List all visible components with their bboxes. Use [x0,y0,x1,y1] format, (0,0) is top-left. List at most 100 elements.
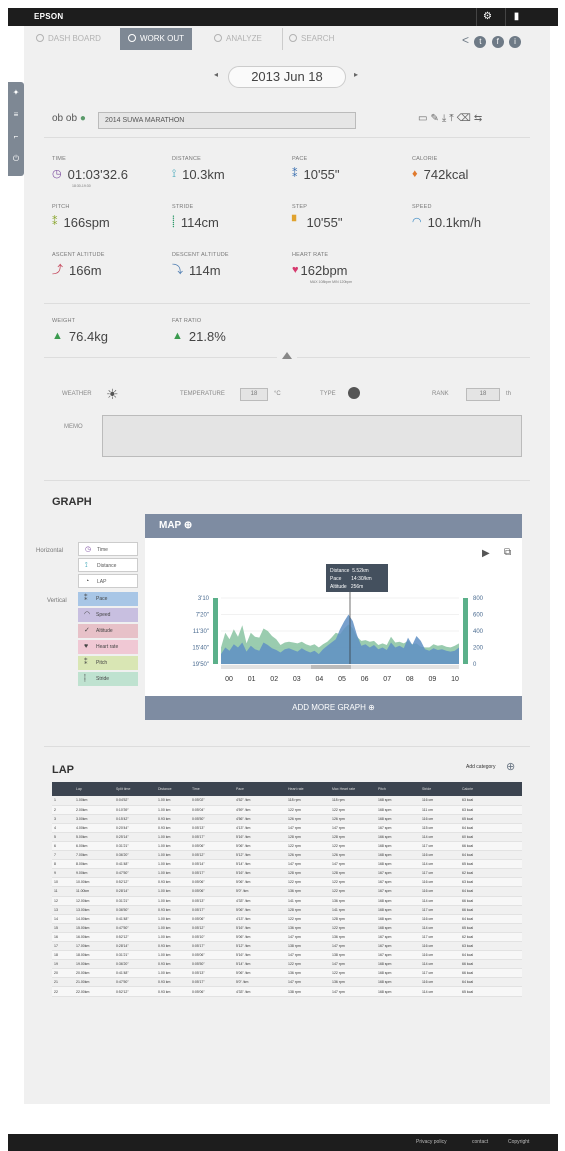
add-more-graph-button[interactable]: ADD MORE GRAPH ⊕ [145,696,522,720]
side-panel-tab[interactable]: ✦ ≡ ⌐ ⏻ [8,82,24,176]
trash-icon[interactable]: ⌫ [457,113,474,124]
table-row[interactable]: 8 8.00km 0:41'48" 1.00 km 0:05'14" 5'14" /km 1… [52,859,522,870]
table-row[interactable]: 15 15.00km 0:47'50" 1.00 km 0:05'12" 5'16" /k… [52,923,522,933]
horizontal-option-lap[interactable]: ◔ LAP [78,574,138,588]
lap-column-header[interactable]: Split time [114,782,156,796]
rank-field[interactable]: 18 [466,388,500,401]
workout-name-field[interactable]: 2014 SUWA MARATHON [98,112,356,129]
swap-icon[interactable]: ⇆ [474,113,485,124]
table-row[interactable]: 6 6.00km 0:31'21" 1.00 km 0:05'06" 5'06" /km 1… [52,841,522,852]
table-cell: 5'16" /km [234,950,286,961]
logout-door-icon[interactable]: ▮ [505,8,527,26]
tab-workout[interactable]: WORK OUT [120,28,192,50]
lap-column-header[interactable]: Time [190,782,234,796]
lap-column-header[interactable]: Stride [420,782,460,796]
date-selector[interactable]: 2013 Jun 18 [228,66,346,88]
lap-column-header[interactable] [52,782,74,796]
shoe-icon[interactable]: ⌐ [8,126,24,148]
prev-date-arrow[interactable]: ◂ [214,70,218,79]
type-icon[interactable] [348,387,360,399]
table-cell: 18.00km [74,950,114,961]
table-row[interactable]: 4 4.00km 0:20'44" 0.93 km 0:05'13" 4'13" /km 1… [52,823,522,833]
copyright-link[interactable]: Copyright [508,1134,529,1151]
bike-icon[interactable]: ob [52,113,63,124]
runner-icon[interactable]: ✦ [8,82,24,104]
table-cell: 5'12" /km [234,941,286,952]
print-icon[interactable]: ▭ [418,113,430,124]
power-icon[interactable]: ⏻ [8,148,24,170]
vertical-option-altitude[interactable]: ✓ Altitude [78,624,138,638]
lap-column-header[interactable]: Pitch [376,782,420,796]
map-toggle-bar[interactable]: MAP ⊕ [145,514,522,538]
twitter-icon[interactable]: t [474,36,487,48]
table-cell: 64 kcal [460,850,522,861]
facebook-icon[interactable]: f [491,36,504,48]
next-date-arrow[interactable]: ▸ [354,70,358,79]
edit-icon[interactable]: ✎ [430,113,441,124]
lap-column-header[interactable]: Pace [234,782,286,796]
table-row[interactable]: 12 12.00km 0:31'21" 1.00 km 0:05'13" 4'33" /k… [52,896,522,906]
table-row[interactable]: 2 2.00km 0:10'39" 1.00 km 0:05'04" 4'59" /km 1… [52,805,522,815]
horizontal-option-time[interactable]: ◷ Time [78,542,138,556]
area-chart[interactable]: 3'10 7'20" 11'30" 15'40" 19'50" 800 600 400 200 0… [145,538,522,696]
table-cell: 136 rpm [286,923,330,933]
vertical-option-speed[interactable]: ◠ Speed [78,608,138,622]
share-icon[interactable]: < [462,33,469,47]
divider [44,137,530,138]
sun-icon[interactable]: ☀ [106,386,119,403]
table-row[interactable]: 14 14.00km 0:41'48" 1.00 km 0:05'06" 4'13" /k… [52,914,522,924]
table-row[interactable]: 5 5.00km 0:25'14" 1.00 km 0:05'17" 5'16" /km 1… [52,832,522,842]
vertical-option-stride[interactable]: ⸽ Stride [78,672,138,686]
table-cell: 167 spm [376,932,420,943]
memo-textarea[interactable] [102,415,522,457]
table-row[interactable]: 20 20.00km 0:41'48" 1.00 km 0:05'13" 5'06" /k… [52,968,522,979]
run-icon[interactable]: ob [66,113,77,124]
table-row[interactable]: 18 18.00km 0:31'21" 1.00 km 0:05'06" 5'16" /k… [52,950,522,961]
table-row[interactable]: 16 16.00km 0:52'12" 1.00 km 0:05'10" 5'06" /k… [52,932,522,943]
tab-circle-icon [36,34,44,42]
upload-icon[interactable]: ⤒ [449,113,456,124]
lap-column-header[interactable]: Heart rate [286,782,330,796]
lap-column-header[interactable]: Calorie [460,782,522,796]
table-row[interactable]: 22 22.00km 0:52'12" 0.93 km 0:05'06" 4'33" /k… [52,986,522,997]
table-row[interactable]: 21 21.00km 0:47'50" 0.93 km 0:05'17" 5'0" /km… [52,977,522,988]
table-cell: 168 spm [376,796,420,806]
temperature-field[interactable]: 18 [240,388,268,401]
vertical-option-pitch[interactable]: ⁑ Pitch [78,656,138,670]
table-cell: 126 rpm [286,850,330,861]
vertical-option-heart-rate[interactable]: ♥ Heart rate [78,640,138,654]
table-cell: 0.93 km [156,941,190,952]
contact-link[interactable]: contact [472,1134,488,1151]
table-row[interactable]: 7 7.00km 0:36'20" 1.00 km 0:05'12" 5'12" /km 1… [52,850,522,861]
horizontal-option-distance[interactable]: ⟟ Distance [78,558,138,572]
lap-column-header[interactable]: Distance [156,782,190,796]
tab-analyze[interactable]: ANALYZE [214,28,262,50]
lap-column-header[interactable]: Max Heart rate [330,782,376,796]
collapse-caret-icon[interactable] [282,352,292,359]
table-row[interactable]: 9 9.00km 0:47'50" 1.00 km 0:05'17" 5'16" /km 1… [52,868,522,879]
table-row[interactable]: 10 10.00km 0:52'12" 0.93 km 0:05'06" 5'06" /k… [52,877,522,888]
table-cell: 122 rpm [286,959,330,970]
table-row[interactable]: 1 1.00km 0:04'52" 1.00 km 0:05'02" 4'52" /km 1… [52,796,522,806]
settings-gear-icon[interactable]: ⚙ [476,8,498,26]
tab-search[interactable]: SEARCH [282,28,334,50]
table-row[interactable]: 13 13.00km 0:36'50" 0.93 km 0:05'17" 5'06" /k… [52,905,522,915]
table-row[interactable]: 19 19.00km 0:36'20" 0.93 km 0:05'50" 5'14" /k… [52,959,522,970]
vertical-option-pace[interactable]: ⁑ Pace [78,592,138,606]
stride-icon: ⸽ [172,216,175,228]
table-row[interactable]: 11 11.00km 0:28'14" 1.00 km 0:05'06" 5'0" /km… [52,886,522,897]
privacy-link[interactable]: Privacy policy [416,1134,447,1151]
table-cell: 167 spm [376,941,420,952]
add-category-icon[interactable]: ⊕ [506,760,515,773]
table-cell: 17 [52,941,74,952]
table-row[interactable]: 3 3.00km 0:15'42" 0.93 km 0:05'50" 4'56" /km 1… [52,814,522,824]
table-row[interactable]: 17 17.00km 0:28'14" 0.93 km 0:05'17" 5'12" /k… [52,941,522,952]
add-category-label[interactable]: Add category [466,764,495,770]
table-cell: 122 rpm [330,877,376,888]
info-icon[interactable]: i [509,36,522,48]
table-cell: 126 rpm [330,814,376,824]
lap-column-header[interactable]: Lap [74,782,114,796]
tab-dashboard[interactable]: DASH BOARD [36,28,101,50]
list-icon[interactable]: ≡ [8,104,24,126]
table-cell: 0.93 km [156,877,190,888]
